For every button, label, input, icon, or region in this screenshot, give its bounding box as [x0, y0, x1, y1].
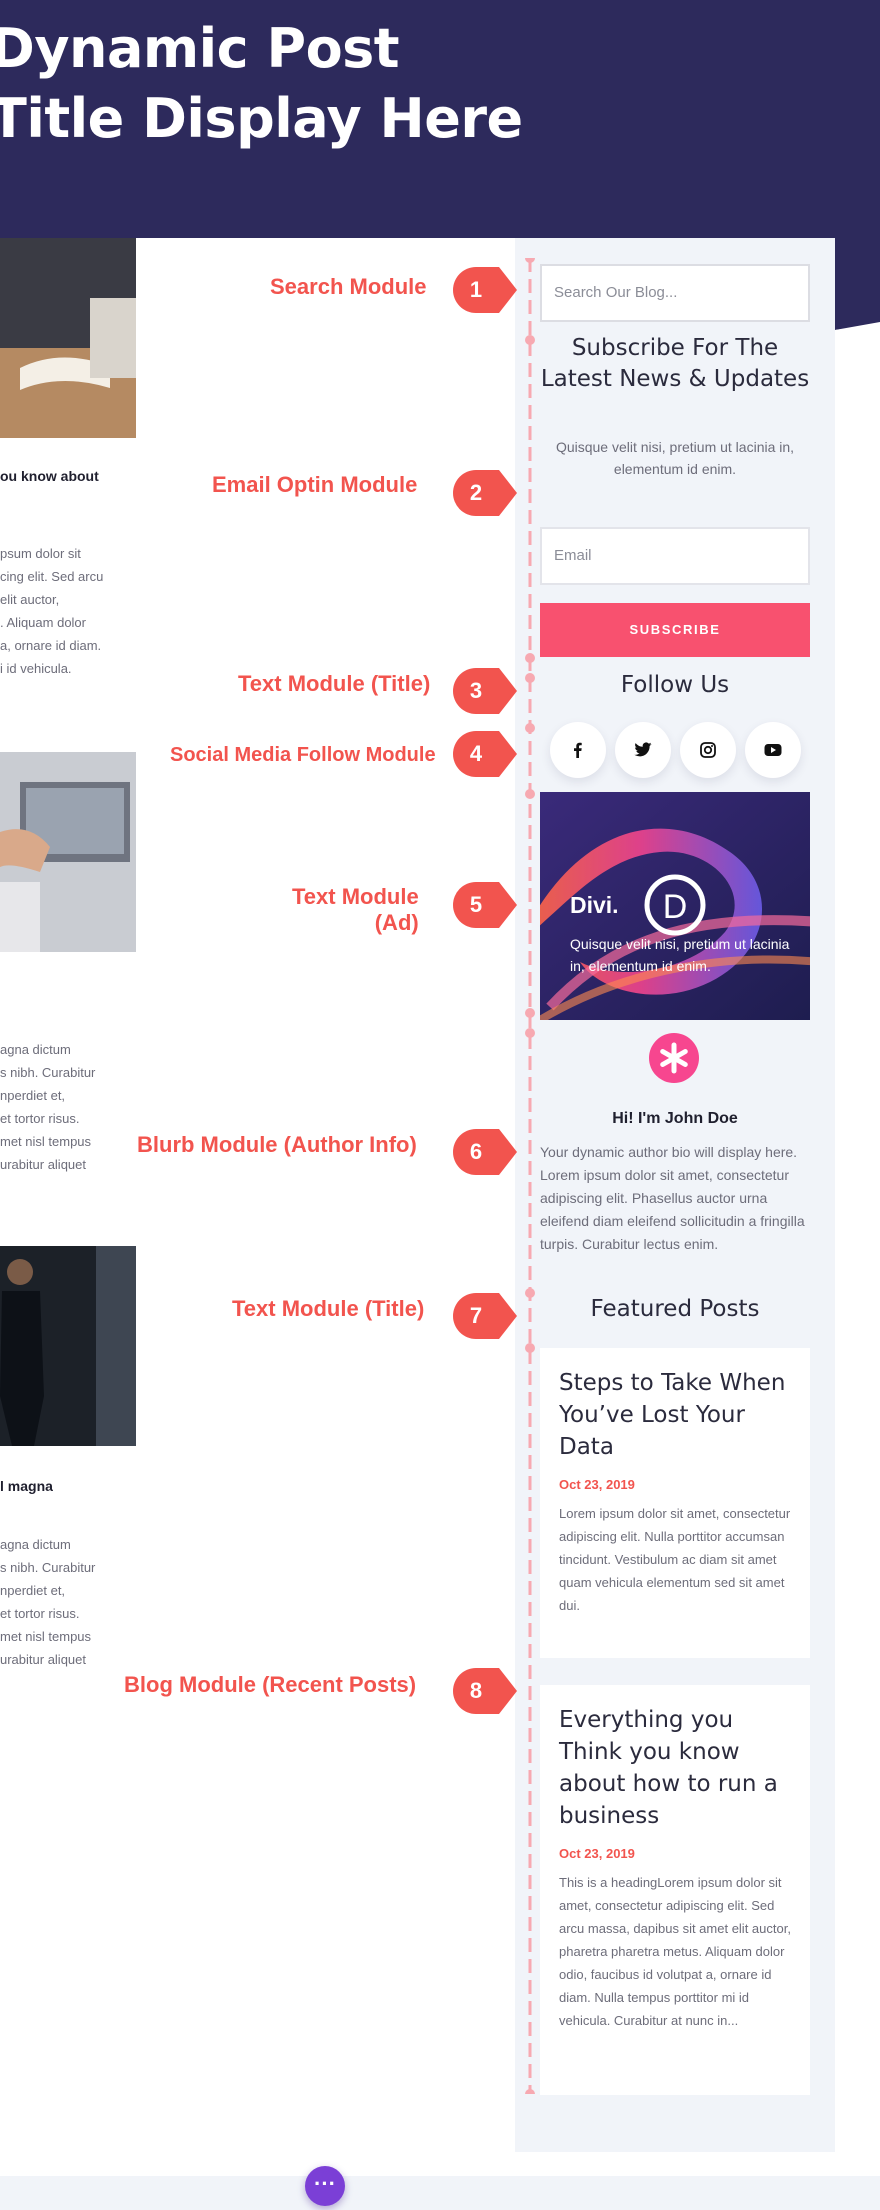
follow-title: Follow Us [620, 672, 730, 698]
post-thumbnail[interactable] [0, 238, 136, 438]
annotation-marker: 4 [453, 731, 517, 777]
annotation-marker: 2 [453, 470, 517, 516]
optin-description: Quisque velit nisi, pretium ut lacinia i… [555, 439, 795, 477]
social-follow [548, 722, 808, 778]
featured-post-excerpt: Lorem ipsum dolor sit amet, consectetur … [559, 1506, 791, 1613]
more-options-button[interactable]: ··· [305, 2166, 345, 2206]
twitter-icon [634, 742, 652, 757]
annotation-marker: 6 [453, 1129, 517, 1175]
annotation-marker: 7 [453, 1293, 517, 1339]
twitter-button[interactable] [615, 722, 671, 778]
post-thumbnail[interactable] [0, 752, 136, 952]
svg-text:D: D [663, 888, 688, 926]
instagram-icon [700, 742, 716, 758]
author-name: Hi! I'm John Doe [612, 1110, 738, 1127]
blog-list-column: ou know about psum dolor sit cing elit. S… [0, 0, 140, 2210]
annotation-label: Text Module (Title) [232, 1296, 425, 1321]
youtube-icon [764, 744, 782, 756]
email-field[interactable]: Email [540, 527, 810, 585]
post-thumbnail[interactable] [0, 1246, 136, 1446]
ad-brand: Divi. [570, 892, 619, 918]
annotation-guide-line [525, 258, 535, 2094]
optin-title: Subscribe For The Latest News & Updates [540, 335, 810, 392]
annotation-label: Text Module (Ad) [292, 884, 419, 935]
search-input[interactable]: Search Our Blog... [540, 264, 810, 322]
annotation-label: Blurb Module (Author Info) [137, 1132, 417, 1157]
annotation-label: Blog Module (Recent Posts) [124, 1672, 417, 1697]
annotation-label: Social Media Follow Module [170, 744, 436, 766]
ad-banner[interactable]: D Divi. Quisque velit nisi, pretium ut l… [540, 792, 810, 1020]
subscribe-button[interactable]: SUBSCRIBE [540, 603, 810, 657]
asterisk-icon [649, 1033, 699, 1083]
annotation-label: Email Optin Module [212, 472, 418, 497]
annotation-marker: 8 [453, 1668, 517, 1714]
featured-post-title[interactable]: Steps to Take When You’ve Lost Your Data [559, 1348, 791, 1463]
featured-post-card[interactable]: Steps to Take When You’ve Lost Your Data… [540, 1348, 810, 1658]
featured-post-card[interactable]: Everything you Think you know about how … [540, 1685, 810, 2095]
featured-post-date: Oct 23, 2019 [559, 1846, 635, 1861]
ad-text: Quisque velit nisi, pretium ut lacinia i… [570, 936, 790, 974]
post-excerpt: psum dolor sit cing elit. Sed arcu elit au… [0, 546, 104, 676]
post-excerpt: agna dictum s nibh. Curabitur nperdiet et,… [0, 1537, 96, 1667]
featured-post-title[interactable]: Everything you Think you know about how … [559, 1685, 791, 1832]
annotation-marker: 5 [453, 882, 517, 928]
instagram-button[interactable] [680, 722, 736, 778]
featured-post-date: Oct 23, 2019 [559, 1477, 635, 1492]
post-title[interactable]: l magna [0, 1476, 136, 1496]
annotation-marker: 1 [453, 267, 517, 313]
author-bio: Your dynamic author bio will display her… [540, 1144, 805, 1252]
post-excerpt: agna dictum s nibh. Curabitur nperdiet et,… [0, 1042, 96, 1172]
annotation-label: Text Module (Title) [238, 671, 431, 696]
annotation-marker: 3 [453, 668, 517, 714]
youtube-button[interactable] [745, 722, 801, 778]
annotation-label: Search Module [270, 274, 427, 299]
post-title[interactable]: ou know about [0, 466, 136, 486]
facebook-button[interactable] [550, 722, 606, 778]
facebook-icon [574, 742, 582, 758]
featured-posts-title: Featured Posts [590, 1296, 760, 1322]
featured-post-excerpt: This is a headingLorem ipsum dolor sit a… [559, 1875, 791, 2028]
page-footer-band [0, 2176, 880, 2210]
